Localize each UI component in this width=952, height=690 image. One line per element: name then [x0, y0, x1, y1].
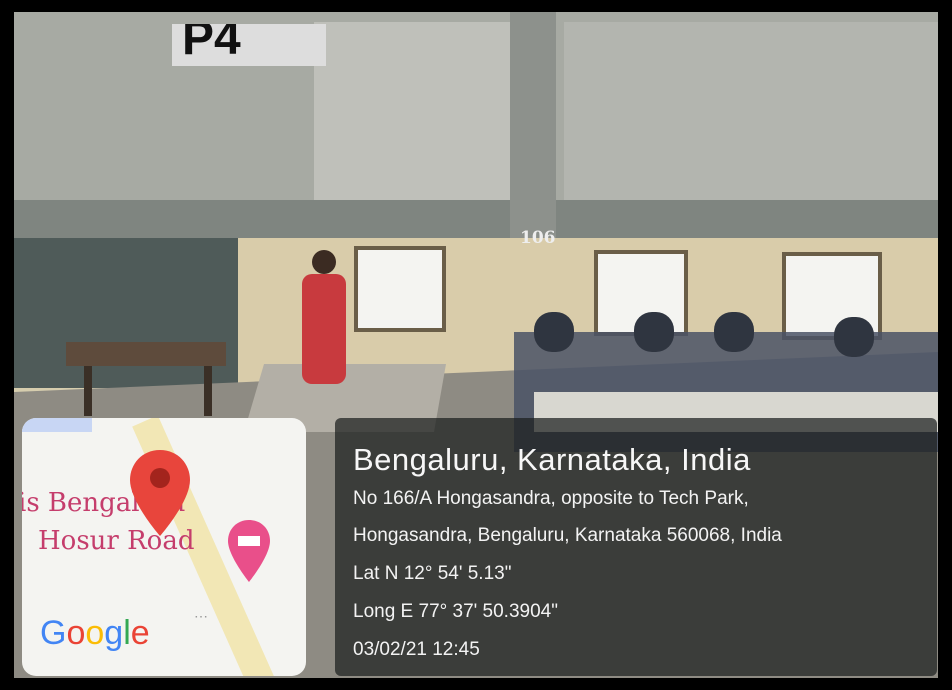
google-letter: o	[85, 614, 105, 652]
teacher-figure	[312, 250, 336, 274]
google-letter: l	[123, 614, 131, 652]
google-logo: Google	[40, 614, 150, 653]
door-sign: P4	[172, 24, 326, 66]
latitude: Lat N 12° 54' 5.13"	[353, 563, 512, 584]
hotel-icon	[228, 520, 270, 582]
location-pin-icon	[130, 450, 190, 536]
longitude: Long E 77° 37' 50.3904"	[353, 601, 558, 622]
location-info-panel: Bengaluru, Karnataka, India No 166/A Hon…	[335, 418, 937, 676]
google-letter: o	[66, 614, 86, 652]
room-number: 106	[520, 228, 556, 248]
google-letter: g	[104, 614, 124, 652]
address-line-1: No 166/A Hongasandra, opposite to Tech P…	[353, 488, 749, 509]
google-letter: G	[40, 614, 67, 652]
city-label: Bengaluru, Karnataka, India	[353, 442, 751, 477]
timestamp: 03/02/21 12:45	[353, 639, 480, 660]
map-road	[22, 418, 92, 432]
map-thumbnail[interactable]: is Bengaluru Hosur Road Google ⋯	[22, 418, 306, 676]
teacher-desk	[66, 342, 226, 366]
google-letter: e	[130, 614, 150, 652]
photo-frame: P4 106 is Bengaluru Hosur Road Google ⋯ …	[0, 0, 952, 690]
ellipsis-icon: ⋯	[194, 608, 208, 624]
address-line-2: Hongasandra, Bengaluru, Karnataka 560068…	[353, 525, 782, 546]
window-frame-bar	[14, 200, 938, 238]
